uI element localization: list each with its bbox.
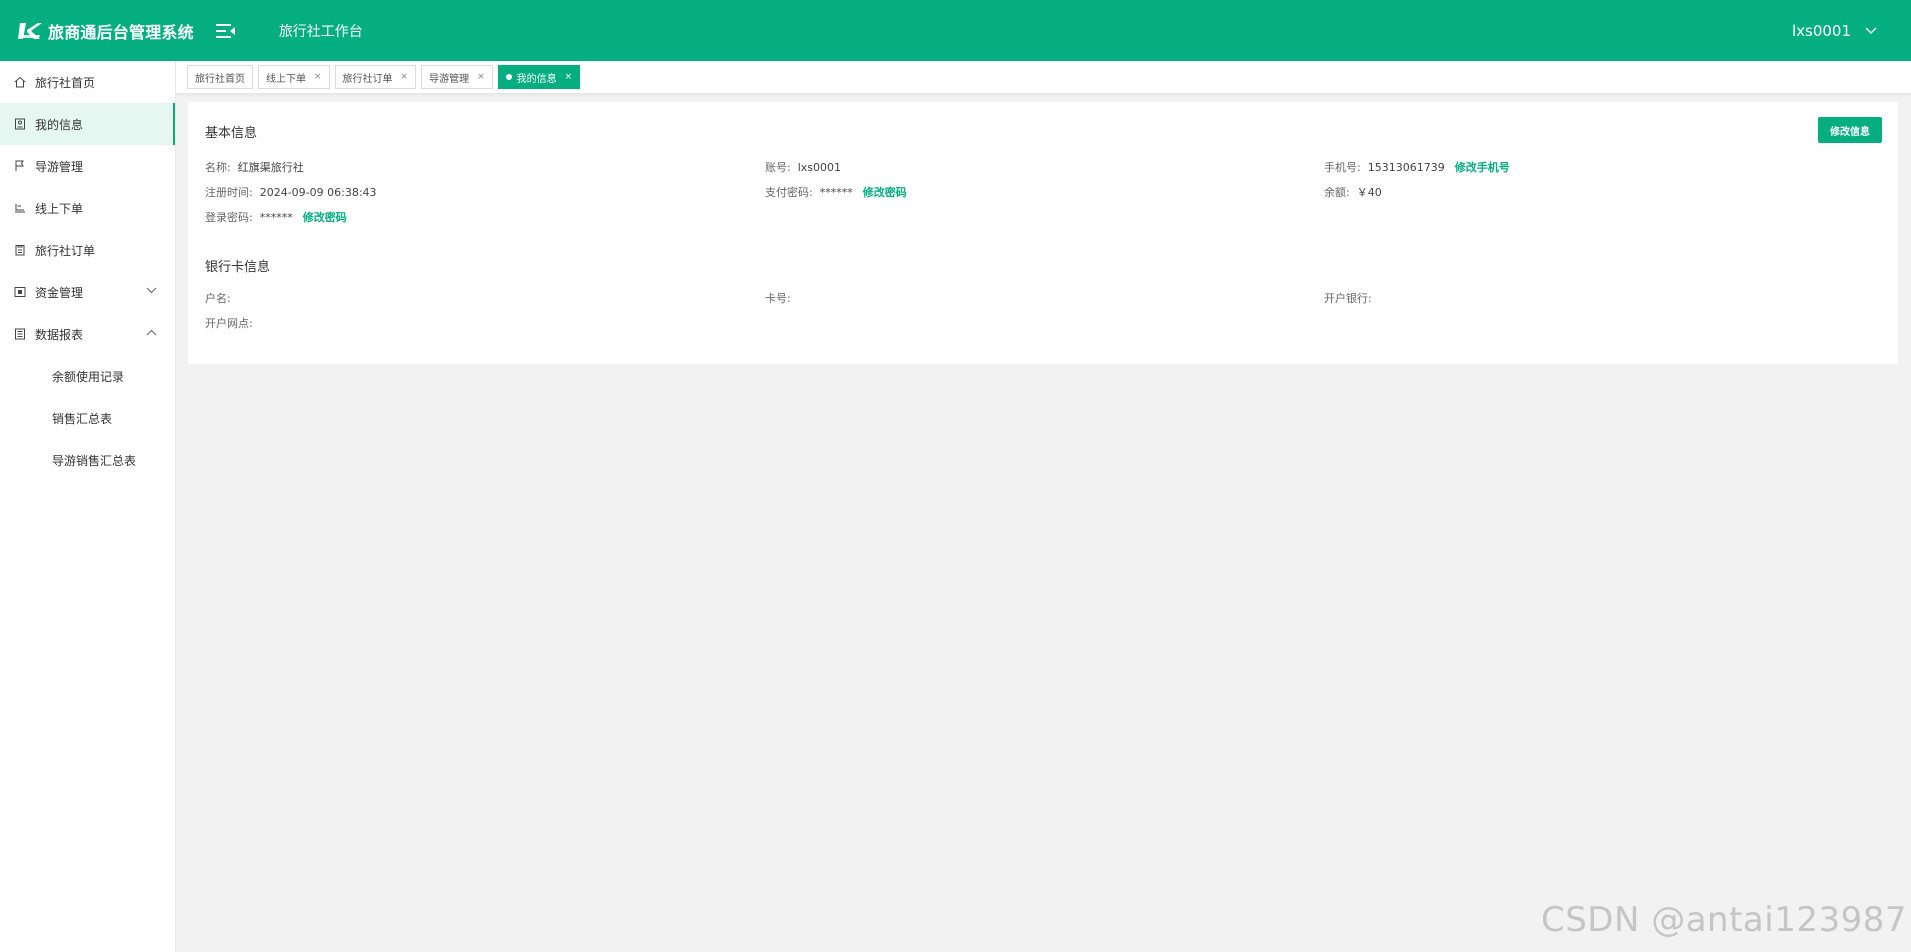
tab-bar: 旅行社首页 线上下单 × 旅行社订单 × 导游管理 × 我的信息 × xyxy=(176,61,1911,94)
sidebar-item-agency-home[interactable]: 旅行社首页 xyxy=(0,61,175,103)
user-menu[interactable]: lxs0001 xyxy=(1792,0,1877,61)
info-card: 基本信息 修改信息 名称: 红旗渠旅行社 账号: lxs0001 手机号: 15… xyxy=(188,102,1898,364)
sidebar: 旅行社首页 我的信息 导游管理 线上下单 旅行社订单 资金管理 数据报表 余额使… xyxy=(0,61,176,952)
close-icon[interactable]: × xyxy=(314,72,322,82)
tab-my-info[interactable]: 我的信息 × xyxy=(497,65,581,89)
tab-agency-home[interactable]: 旅行社首页 xyxy=(187,65,253,89)
phone-field: 手机号: 15313061739 修改手机号 xyxy=(1324,159,1510,175)
flag-icon xyxy=(15,160,24,171)
sidebar-item-my-info[interactable]: 我的信息 xyxy=(0,103,175,145)
chevron-down-icon xyxy=(1865,27,1877,34)
tab-label: 线上下单 xyxy=(266,73,306,85)
sidebar-subitem-balance-records[interactable]: 余额使用记录 xyxy=(0,355,175,397)
card-number-label: 卡号: xyxy=(765,292,791,305)
account-holder-label: 户名: xyxy=(205,292,231,305)
username: lxs0001 xyxy=(1791,21,1851,40)
profile-icon xyxy=(15,118,25,130)
pay-password-label: 支付密码: xyxy=(765,186,813,199)
card-number-field: 卡号: xyxy=(765,290,791,306)
report-icon xyxy=(15,328,25,340)
tab-online-order[interactable]: 线上下单 × xyxy=(258,65,330,89)
tab-agency-orders[interactable]: 旅行社订单 × xyxy=(334,65,417,89)
sidebar-subitem-sales-summary[interactable]: 销售汇总表 xyxy=(0,397,175,439)
sidebar-subitem-guide-sales-summary[interactable]: 导游销售汇总表 xyxy=(0,439,175,481)
home-icon xyxy=(14,76,26,88)
account-label: 账号: xyxy=(765,161,791,174)
reg-time-label: 注册时间: xyxy=(205,186,253,199)
chevron-down-icon xyxy=(146,287,157,294)
login-password-value: ****** xyxy=(259,210,293,224)
menu-collapse-icon[interactable] xyxy=(215,23,236,39)
sidebar-item-label: 导游管理 xyxy=(35,159,84,174)
tab-label: 导游管理 xyxy=(429,73,470,85)
close-icon[interactable]: × xyxy=(401,72,409,82)
bank-branch-field: 开户网点: xyxy=(205,315,253,331)
sidebar-item-data-reports[interactable]: 数据报表 xyxy=(0,313,175,355)
phone-label: 手机号: xyxy=(1324,161,1361,174)
balance-value: ￥40 xyxy=(1356,186,1382,199)
balance-field: 余额: ￥40 xyxy=(1324,184,1382,200)
bank-branch-label: 开户网点: xyxy=(205,317,253,330)
sidebar-item-label: 资金管理 xyxy=(35,285,84,300)
sidebar-item-online-order[interactable]: 线上下单 xyxy=(0,187,175,229)
tab-guide-management[interactable]: 导游管理 × xyxy=(421,65,493,89)
tab-label: 我的信息 xyxy=(516,73,557,85)
balance-label: 余额: xyxy=(1324,186,1350,199)
bank-info-title: 银行卡信息 xyxy=(205,260,271,275)
account-holder-field: 户名: xyxy=(205,290,231,306)
name-label: 名称: xyxy=(205,161,231,174)
edit-info-button[interactable]: 修改信息 xyxy=(1818,117,1882,143)
bank-name-field: 开户银行: xyxy=(1324,290,1372,306)
close-icon[interactable]: × xyxy=(565,72,573,82)
top-header: 旅商通后台管理系统 旅行社工作台 lxs0001 xyxy=(0,0,1911,61)
sidebar-item-label: 旅行社订单 xyxy=(35,243,96,258)
sidebar-item-agency-orders[interactable]: 旅行社订单 xyxy=(0,229,175,271)
tab-label: 旅行社首页 xyxy=(195,73,245,85)
sidebar-item-label: 数据报表 xyxy=(35,327,84,342)
wallet-icon xyxy=(14,287,26,297)
reg-time-value: 2024-09-09 06:38:43 xyxy=(259,185,377,199)
phone-value: 15313061739 xyxy=(1367,160,1445,174)
account-value: lxs0001 xyxy=(797,160,842,174)
clipboard-icon xyxy=(15,245,25,256)
logo: 旅商通后台管理系统 xyxy=(18,19,194,43)
sidebar-item-guide-management[interactable]: 导游管理 xyxy=(0,145,175,187)
basic-info-title: 基本信息 xyxy=(205,126,258,141)
bank-name-label: 开户银行: xyxy=(1324,292,1372,305)
sidebar-item-fund-management[interactable]: 资金管理 xyxy=(0,271,175,313)
login-password-label: 登录密码: xyxy=(205,211,253,224)
pay-password-value: ****** xyxy=(819,185,853,199)
brand-logo-icon xyxy=(18,22,42,39)
tab-label: 旅行社订单 xyxy=(342,73,393,85)
change-pay-password-link[interactable]: 修改密码 xyxy=(863,184,907,200)
app-title: 旅商通后台管理系统 xyxy=(48,22,194,42)
change-login-password-link[interactable]: 修改密码 xyxy=(303,209,347,225)
sidebar-item-label: 旅行社首页 xyxy=(35,75,96,90)
reg-time-field: 注册时间: 2024-09-09 06:38:43 xyxy=(205,184,377,200)
order-icon xyxy=(15,204,25,213)
name-value: 红旗渠旅行社 xyxy=(237,161,304,174)
sidebar-item-label: 线上下单 xyxy=(35,201,84,216)
close-icon[interactable]: × xyxy=(477,72,485,82)
chevron-up-icon xyxy=(146,329,157,336)
sidebar-item-label: 我的信息 xyxy=(35,117,84,132)
account-field: 账号: lxs0001 xyxy=(765,159,841,175)
change-phone-link[interactable]: 修改手机号 xyxy=(1455,159,1510,175)
active-dot-icon xyxy=(505,74,512,80)
name-field: 名称: 红旗渠旅行社 xyxy=(205,159,304,175)
pay-password-field: 支付密码: ****** 修改密码 xyxy=(765,184,907,200)
workbench-title[interactable]: 旅行社工作台 xyxy=(279,21,363,41)
login-password-field: 登录密码: ****** 修改密码 xyxy=(205,209,347,225)
watermark: CSDN @antai123987 xyxy=(1540,900,1907,940)
